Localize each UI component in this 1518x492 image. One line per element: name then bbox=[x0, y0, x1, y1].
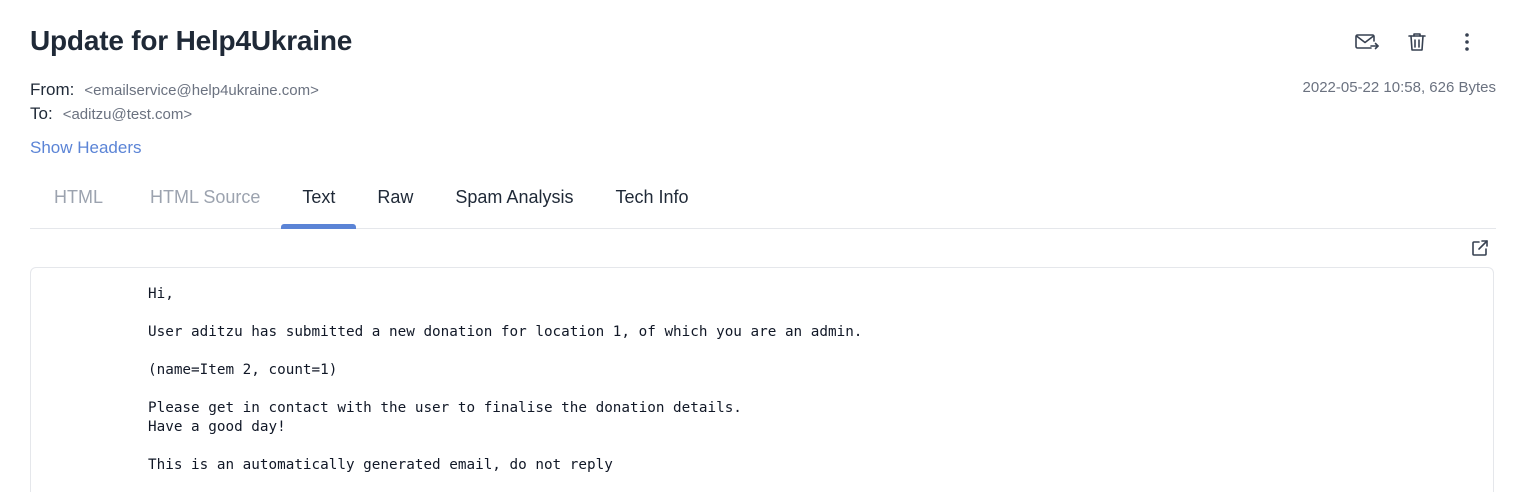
tab-html-source[interactable]: HTML Source bbox=[129, 175, 281, 228]
message-body-text: Hi, User aditzu has submitted a new dona… bbox=[148, 286, 863, 473]
trash-icon bbox=[1408, 33, 1426, 51]
message-body-panel: Hi, User aditzu has submitted a new dona… bbox=[30, 267, 1494, 492]
email-meta: From: <emailservice@help4ukraine.com> To… bbox=[30, 78, 319, 126]
date-size-info: 2022-05-22 10:58, 626 Bytes bbox=[1302, 79, 1496, 96]
to-label: To: bbox=[30, 104, 53, 123]
external-link-icon bbox=[1472, 240, 1488, 256]
show-headers-link[interactable]: Show Headers bbox=[30, 138, 142, 158]
from-label: From: bbox=[30, 80, 75, 99]
tab-html[interactable]: HTML bbox=[30, 175, 129, 228]
view-tabs: HTML HTML Source Text Raw Spam Analysis … bbox=[30, 175, 1496, 229]
from-address: <emailservice@help4ukraine.com> bbox=[84, 82, 319, 99]
tab-tech-info[interactable]: Tech Info bbox=[594, 175, 709, 228]
from-row: From: <emailservice@help4ukraine.com> bbox=[30, 78, 319, 102]
forward-button[interactable] bbox=[1346, 28, 1388, 56]
delete-button[interactable] bbox=[1396, 28, 1438, 56]
mail-forward-icon bbox=[1355, 34, 1379, 50]
tab-spam-analysis[interactable]: Spam Analysis bbox=[434, 175, 594, 228]
email-subject: Update for Help4Ukraine bbox=[30, 25, 353, 56]
to-address: <aditzu@test.com> bbox=[62, 106, 193, 123]
tab-text[interactable]: Text bbox=[281, 175, 357, 229]
tab-raw[interactable]: Raw bbox=[356, 175, 434, 228]
more-button[interactable] bbox=[1446, 28, 1488, 56]
more-vertical-icon bbox=[1465, 33, 1469, 51]
email-view: Update for Help4Ukraine From: <emailserv… bbox=[0, 0, 1518, 492]
email-actions bbox=[1346, 28, 1488, 56]
to-row: To: <aditzu@test.com> bbox=[30, 102, 319, 126]
popout-button[interactable] bbox=[1470, 238, 1490, 258]
